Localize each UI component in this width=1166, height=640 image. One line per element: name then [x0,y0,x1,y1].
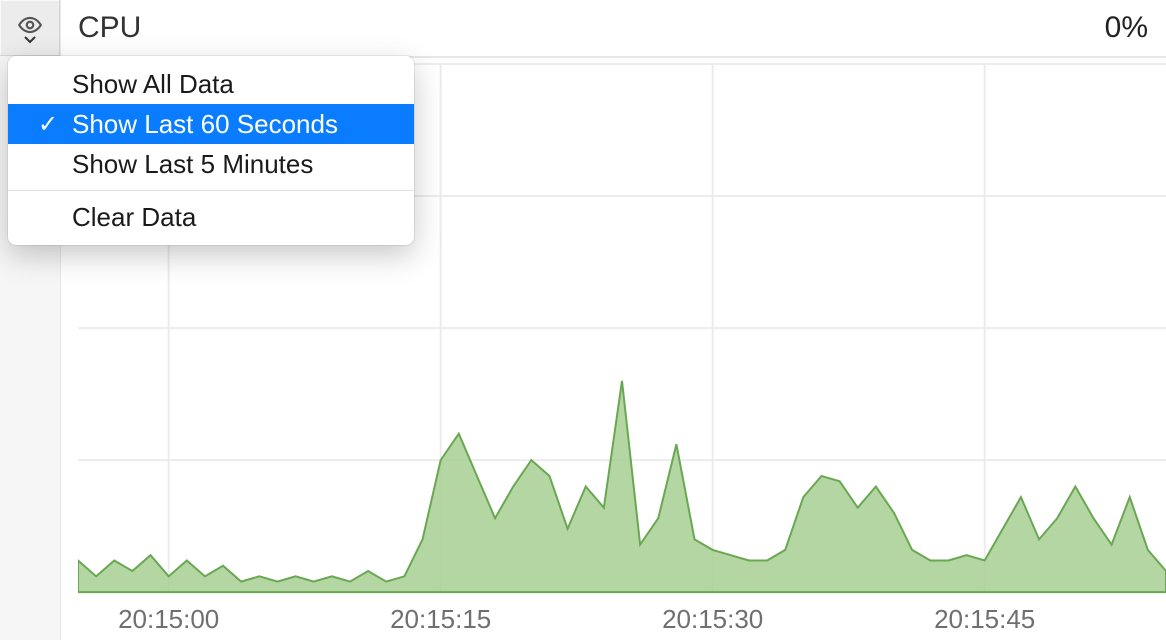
menu-item-label: Show Last 5 Minutes [72,149,313,180]
check-icon: ✓ [24,110,72,139]
svg-text:20:15:15: 20:15:15 [390,606,491,634]
menu-item-label: Clear Data [72,202,196,233]
svg-text:20:15:30: 20:15:30 [662,606,763,634]
menu-item-show-all[interactable]: Show All Data [8,64,414,104]
menu-item-label: Show All Data [72,69,234,100]
menu-separator [8,190,414,191]
metric-value: 0% [1105,11,1148,45]
metric-title: CPU [78,11,141,45]
menu-item-60-seconds[interactable]: ✓ Show Last 60 Seconds [8,104,414,144]
chevron-down-icon [24,36,36,44]
menu-item-clear-data[interactable]: Clear Data [8,197,414,237]
view-options-button[interactable] [0,0,60,56]
menu-item-label: Show Last 60 Seconds [72,109,338,140]
svg-text:20:15:45: 20:15:45 [934,606,1035,634]
eye-icon [17,12,43,38]
view-options-menu: Show All Data ✓ Show Last 60 Seconds Sho… [8,56,414,245]
svg-text:20:15:00: 20:15:00 [118,606,219,634]
chart-header: CPU 0% [60,0,1166,56]
menu-item-5-minutes[interactable]: Show Last 5 Minutes [8,144,414,184]
